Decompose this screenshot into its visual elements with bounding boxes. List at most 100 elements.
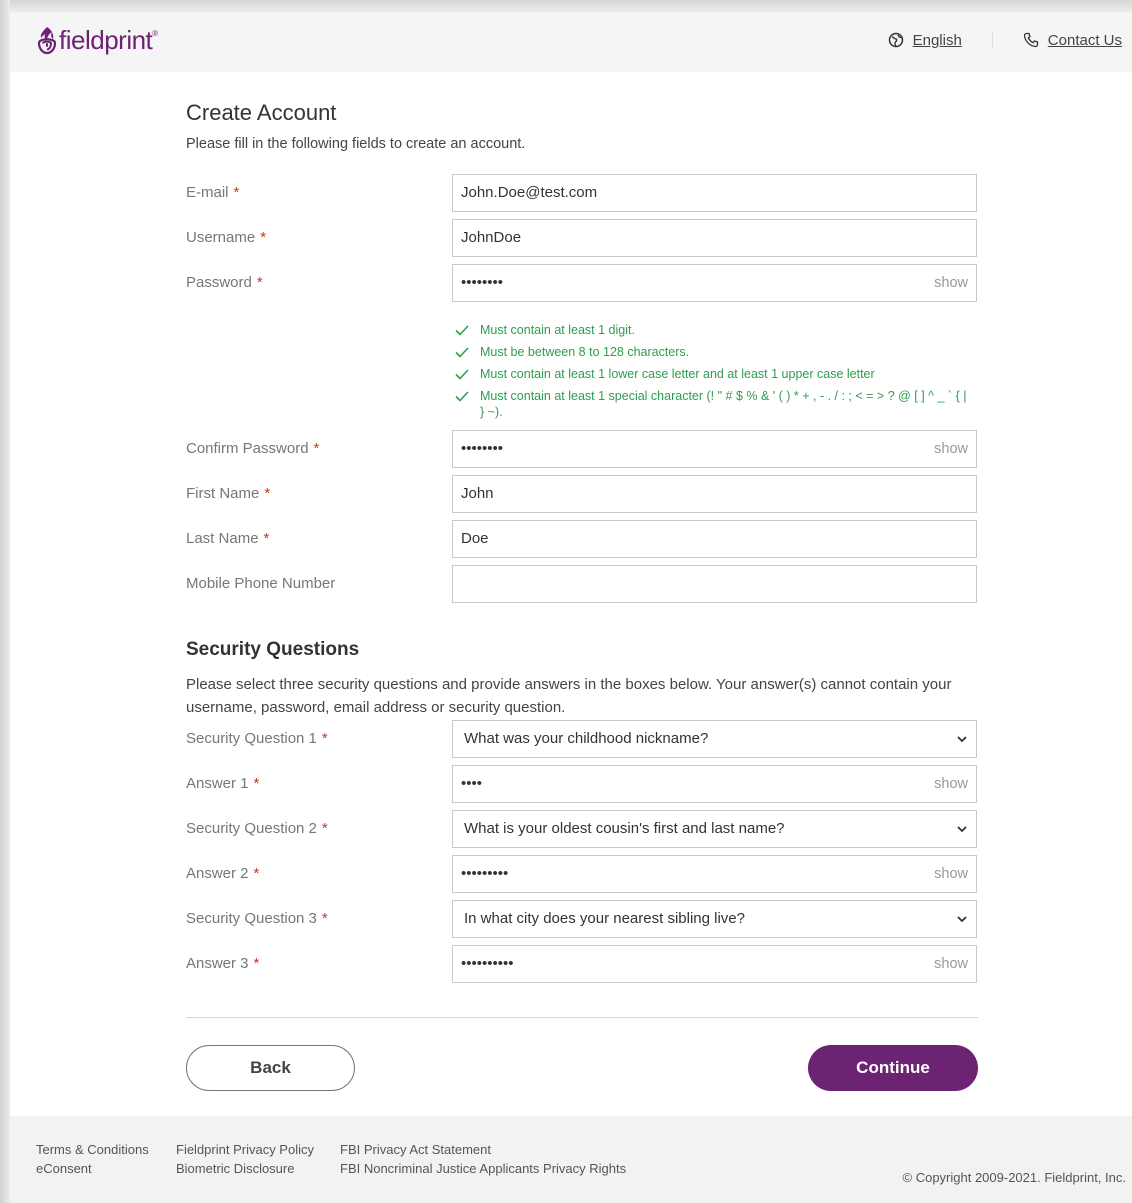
contact-label: Contact Us (1047, 31, 1122, 49)
footer: Terms & Conditions eConsent Fieldprint P… (10, 1116, 1132, 1203)
password-label: Password * (186, 274, 263, 291)
answer-2-label: Answer 2 * (186, 865, 260, 882)
header: fieldprint ® English Contact Us (10, 12, 1132, 72)
password-rule: Must contain at least 1 lower case lette… (454, 366, 974, 382)
username-row: Username * JohnDoe (186, 219, 978, 257)
password-row: Password * •••••••• show (186, 264, 978, 302)
security-question-1-select[interactable]: What was your childhood nickname? (452, 720, 977, 758)
email-row: E-mail * John.Doe@test.com (186, 174, 978, 212)
email-label: E-mail * (186, 184, 240, 201)
copyright: © Copyright 2009-2021. Fieldprint, Inc. (902, 1170, 1126, 1185)
security-question-3-select[interactable]: In what city does your nearest sibling l… (452, 900, 977, 938)
password-show-toggle[interactable]: show (934, 265, 968, 301)
answer-1-show-toggle[interactable]: show (934, 766, 968, 802)
required-asterisk: * (260, 229, 267, 246)
logo-trademark: ® (152, 29, 159, 38)
security-question-3-value: In what city does your nearest sibling l… (464, 910, 745, 927)
answer-1-row: Answer 1 * •••• show (186, 765, 978, 803)
email-field[interactable]: John.Doe@test.com (452, 174, 977, 212)
required-asterisk: * (233, 184, 240, 201)
back-button[interactable]: Back (186, 1045, 355, 1091)
required-asterisk: * (321, 910, 328, 927)
required-asterisk: * (321, 730, 328, 747)
mobile-phone-label: Mobile Phone Number (186, 575, 336, 592)
globe-icon (888, 32, 903, 48)
page: fieldprint ® English Contact Us Create A… (10, 12, 1132, 1203)
last-name-row: Last Name * Doe (186, 520, 978, 558)
password-rules: Must contain at least 1 digit. Must be b… (454, 322, 974, 426)
window-frame-left (0, 0, 10, 1203)
chevron-down-icon (957, 736, 967, 743)
header-links: English Contact Us (888, 31, 1122, 49)
security-question-2-value: What is your oldest cousin's first and l… (464, 820, 785, 837)
last-name-label: Last Name * (186, 530, 270, 547)
answer-2-value: ••••••••• (461, 865, 509, 882)
first-name-row: First Name * John (186, 475, 978, 513)
security-question-3-row: Security Question 3 * In what city does y… (186, 900, 978, 938)
password-rule: Must contain at least 1 special characte… (454, 388, 974, 420)
answer-1-value: •••• (461, 775, 483, 792)
footer-column-1: Terms & Conditions eConsent (36, 1140, 149, 1178)
fbi-privacy-act-link[interactable]: FBI Privacy Act Statement (340, 1140, 626, 1159)
answer-3-show-toggle[interactable]: show (934, 946, 968, 982)
password-value: •••••••• (461, 274, 504, 291)
econsent-link[interactable]: eConsent (36, 1159, 149, 1178)
last-name-value: Doe (461, 530, 489, 547)
fieldprint-logo[interactable]: fieldprint ® (36, 25, 158, 55)
required-asterisk: * (253, 955, 260, 972)
fbi-privacy-rights-link[interactable]: FBI Noncriminal Justice Applicants Priva… (340, 1159, 626, 1178)
form-divider (186, 1017, 978, 1018)
chevron-down-icon (957, 916, 967, 923)
required-asterisk: * (256, 274, 263, 291)
required-asterisk: * (321, 820, 328, 837)
security-questions-intro: Please select three security questions a… (186, 676, 952, 716)
security-question-2-select[interactable]: What is your oldest cousin's first and l… (452, 810, 977, 848)
security-question-1-row: Security Question 1 * What was your child… (186, 720, 978, 758)
confirm-password-field[interactable]: •••••••• show (452, 430, 977, 468)
answer-1-field[interactable]: •••• show (452, 765, 977, 803)
required-asterisk: * (313, 440, 320, 457)
language-label: English (912, 31, 962, 49)
last-name-field[interactable]: Doe (452, 520, 977, 558)
window-frame-top (0, 0, 1132, 12)
first-name-field[interactable]: John (452, 475, 977, 513)
check-icon (455, 391, 469, 402)
page-title: Create Account (186, 100, 337, 125)
terms-link[interactable]: Terms & Conditions (36, 1140, 149, 1159)
confirm-password-show-toggle[interactable]: show (934, 431, 968, 467)
password-field[interactable]: •••••••• show (452, 264, 977, 302)
confirm-password-value: •••••••• (461, 440, 504, 457)
mobile-phone-row: Mobile Phone Number (186, 565, 978, 603)
security-question-2-row: Security Question 2 * What is your oldest… (186, 810, 978, 848)
required-asterisk: * (253, 865, 260, 882)
required-asterisk: * (264, 485, 271, 502)
mobile-phone-field[interactable] (452, 565, 977, 603)
confirm-password-row: Confirm Password * •••••••• show (186, 430, 978, 468)
contact-link[interactable]: Contact Us (1023, 32, 1122, 49)
language-link[interactable]: English (888, 32, 962, 49)
chevron-down-icon (957, 826, 967, 833)
footer-column-3: FBI Privacy Act Statement FBI Noncrimina… (340, 1140, 626, 1178)
security-question-1-label: Security Question 1 * (186, 730, 328, 747)
first-name-label: First Name * (186, 485, 271, 502)
required-asterisk: * (253, 775, 260, 792)
answer-1-label: Answer 1 * (186, 775, 260, 792)
password-rule: Must contain at least 1 digit. (454, 322, 974, 338)
logo-text: fieldprint (59, 25, 153, 55)
check-icon (455, 325, 469, 336)
security-question-2-label: Security Question 2 * (186, 820, 328, 837)
username-label: Username * (186, 229, 267, 246)
security-questions-title: Security Questions (186, 639, 360, 660)
email-value: John.Doe@test.com (461, 184, 598, 201)
answer-2-show-toggle[interactable]: show (934, 856, 968, 892)
header-divider (991, 31, 993, 49)
continue-button[interactable]: Continue (808, 1045, 978, 1091)
answer-2-field[interactable]: ••••••••• show (452, 855, 977, 893)
answer-3-field[interactable]: •••••••••• show (452, 945, 977, 983)
check-icon (455, 369, 469, 380)
privacy-policy-link[interactable]: Fieldprint Privacy Policy (176, 1140, 314, 1159)
username-field[interactable]: JohnDoe (452, 219, 977, 257)
confirm-password-label: Confirm Password * (186, 440, 320, 457)
biometric-disclosure-link[interactable]: Biometric Disclosure (176, 1159, 314, 1178)
password-rule: Must be between 8 to 128 characters. (454, 344, 974, 360)
